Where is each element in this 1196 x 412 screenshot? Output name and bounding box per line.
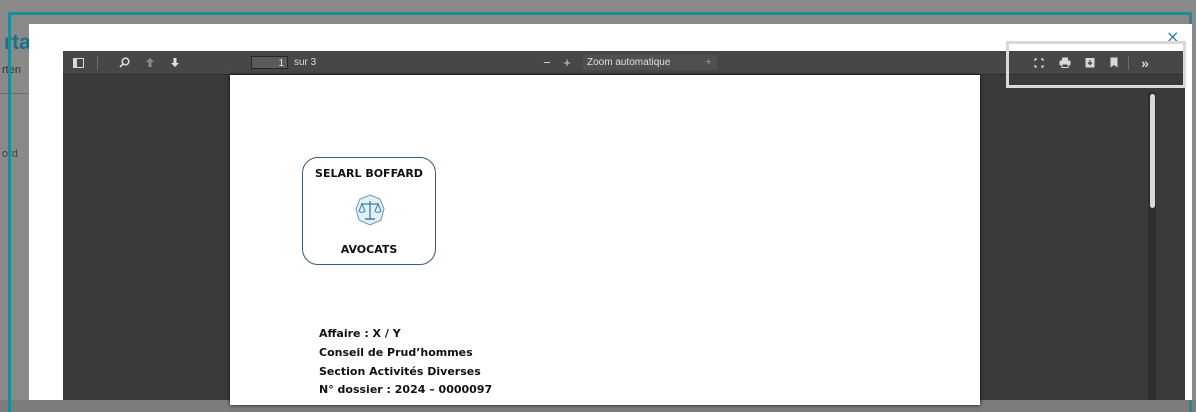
toolbar-highlight-frame [1006, 41, 1186, 88]
zoom-out-button[interactable]: − [540, 51, 554, 74]
zoom-select[interactable]: Zoom automatique ÷ [583, 55, 717, 70]
zoom-in-button[interactable]: + [560, 51, 574, 74]
zoom-select-value: Zoom automatique [587, 57, 671, 68]
search-icon[interactable] [115, 51, 133, 74]
next-page-icon[interactable] [167, 51, 183, 74]
firm-logo: SELARL BOFFARD AVOCATS [302, 157, 436, 265]
section-line: Section Activités Diverses [319, 365, 481, 378]
logo-title: SELARL BOFFARD [315, 167, 423, 180]
zoom-select-arrow-icon: ÷ [706, 57, 711, 67]
previous-page-icon[interactable] [142, 51, 158, 74]
scales-of-justice-icon [353, 193, 387, 232]
toolbar-separator [97, 56, 98, 70]
logo-subtitle: AVOCATS [340, 243, 398, 256]
sidebar-toggle-icon[interactable] [69, 51, 87, 74]
case-line: Affaire : X / Y [319, 327, 401, 340]
file-number-line: N° dossier : 2024 – 0000097 [319, 383, 493, 396]
court-line: Conseil de Prud’hommes [319, 346, 473, 359]
scrollbar-thumb[interactable] [1150, 94, 1155, 208]
page-number-input[interactable]: 1 [251, 56, 288, 69]
page-count-label: sur 3 [294, 57, 317, 68]
